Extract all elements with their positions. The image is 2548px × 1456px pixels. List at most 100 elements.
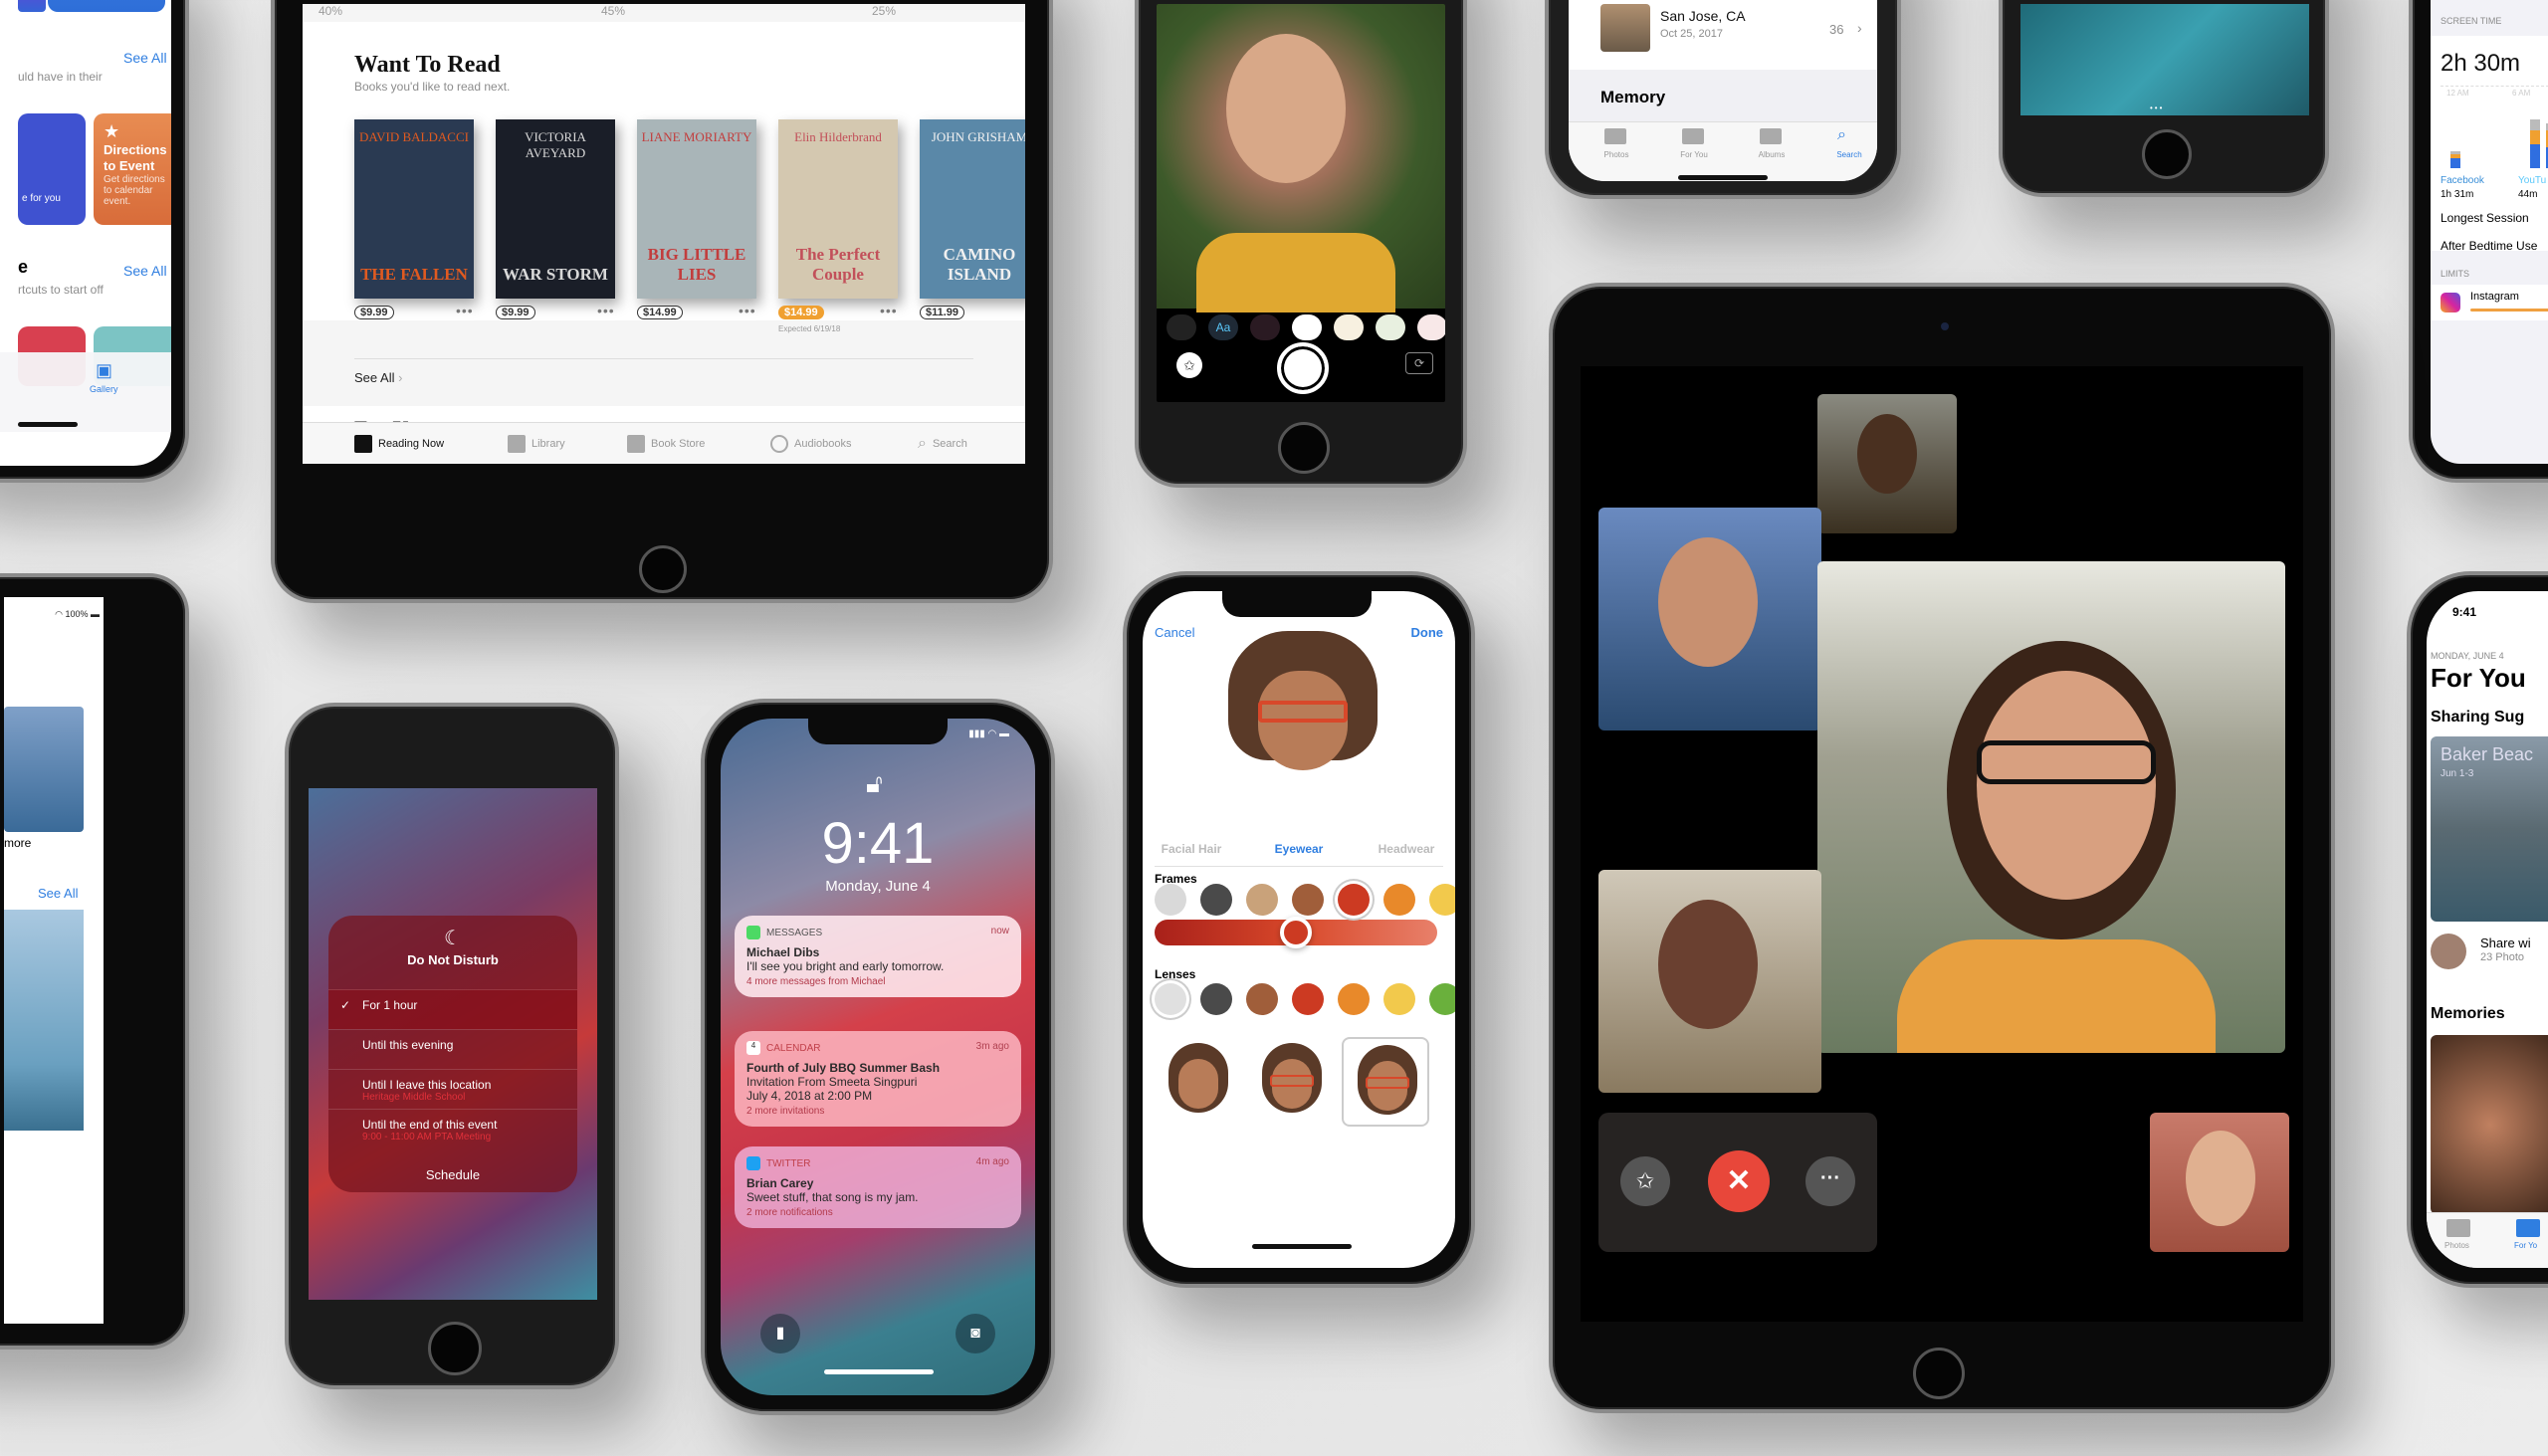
- frame-color-swatch[interactable]: [1246, 884, 1278, 916]
- effect-cat[interactable]: [1376, 314, 1405, 340]
- notification-more[interactable]: 2 more notifications: [746, 1207, 1009, 1218]
- tab-library[interactable]: Library: [508, 434, 565, 453]
- end-call-button[interactable]: ✕: [1708, 1150, 1770, 1212]
- effect-filters[interactable]: [1167, 314, 1196, 340]
- frame-color-swatch[interactable]: [1383, 884, 1415, 916]
- effect-monster[interactable]: [1417, 314, 1445, 340]
- dnd-option[interactable]: Until the end of this event 9:00 - 11:00 …: [328, 1109, 577, 1148]
- more-icon[interactable]: •••: [456, 303, 474, 318]
- more-button[interactable]: ···: [1805, 1156, 1855, 1206]
- tab-gallery[interactable]: Gallery: [90, 384, 118, 394]
- notification-twitter[interactable]: TWITTER 4m ago Brian Carey Sweet stuff, tha…: [735, 1146, 1021, 1228]
- album-card[interactable]: Baker Beac Jun 1-3: [2431, 736, 2548, 922]
- see-all-link[interactable]: See All: [38, 886, 78, 901]
- effect-Aa[interactable]: Aa: [1208, 314, 1238, 340]
- lens-color-swatch[interactable]: [1246, 983, 1278, 1015]
- tab-search[interactable]: ⌕ Search: [918, 435, 967, 453]
- frame-color-swatch[interactable]: [1338, 884, 1370, 916]
- tab-photos[interactable]: Photos: [2444, 1241, 2469, 1250]
- tab-audiobooks[interactable]: Audiobooks: [770, 434, 852, 453]
- price-button[interactable]: $14.99: [778, 306, 824, 319]
- place-name[interactable]: San Jose, CA: [1660, 8, 1746, 24]
- price-button[interactable]: $9.99: [496, 306, 535, 319]
- home-button[interactable]: [428, 1322, 482, 1375]
- cancel-button[interactable]: Cancel: [1155, 625, 1194, 640]
- flashlight-button[interactable]: ▮: [760, 1314, 800, 1353]
- notification-more[interactable]: 4 more messages from Michael: [746, 976, 1009, 987]
- tab-for-you[interactable]: For You: [1676, 150, 1712, 159]
- see-all-link[interactable]: See All: [123, 263, 167, 279]
- frame-color-swatch[interactable]: [1200, 884, 1232, 916]
- eyewear-style-option[interactable]: [1342, 1037, 1429, 1127]
- limit-row[interactable]: Instagram: [2431, 285, 2548, 320]
- switch-camera-icon[interactable]: ⟳: [1405, 352, 1433, 374]
- tab-albums[interactable]: Albums: [1754, 150, 1790, 159]
- see-all-link[interactable]: See All ›: [354, 370, 402, 385]
- home-button[interactable]: [1913, 1348, 1965, 1399]
- more-icon[interactable]: •••: [597, 303, 615, 318]
- shortcut-tile[interactable]: [18, 0, 46, 12]
- home-button[interactable]: [2142, 129, 2192, 179]
- tab-photos[interactable]: Photos: [1598, 150, 1634, 159]
- done-button[interactable]: Done: [1411, 625, 1444, 640]
- category-tab-eyewear[interactable]: Eyewear: [1244, 842, 1354, 856]
- dnd-option[interactable]: Until this evening: [328, 1029, 577, 1069]
- effect-scribble[interactable]: [1250, 314, 1280, 340]
- effects-star-button[interactable]: ✩: [1176, 352, 1202, 378]
- effects-button[interactable]: ✩: [1620, 1156, 1670, 1206]
- frame-color-swatch[interactable]: [1429, 884, 1455, 916]
- tab-book-store[interactable]: Book Store: [627, 434, 705, 453]
- lens-color-swatch[interactable]: [1155, 983, 1186, 1015]
- photo-thumbnail[interactable]: [4, 910, 84, 1131]
- see-all-link[interactable]: See All: [123, 50, 167, 66]
- eyewear-style-option[interactable]: [1248, 1037, 1336, 1127]
- category-tab-headwear[interactable]: Headwear: [1352, 842, 1455, 856]
- tab-search[interactable]: Search: [1831, 150, 1867, 159]
- lens-color-swatch[interactable]: [1338, 983, 1370, 1015]
- lens-color-swatch[interactable]: [1429, 983, 1455, 1015]
- home-button[interactable]: [1278, 422, 1330, 474]
- memory-card[interactable]: [2431, 1035, 2548, 1214]
- price-button[interactable]: $11.99: [920, 306, 965, 319]
- participant-tile[interactable]: [1817, 394, 1957, 533]
- dnd-option[interactable]: ✓ For 1 hour: [328, 989, 577, 1029]
- camera-button[interactable]: ◙: [956, 1314, 995, 1353]
- participant-tile[interactable]: [1598, 870, 1821, 1093]
- effect-llama[interactable]: [1292, 314, 1322, 340]
- share-with-label[interactable]: Share wi: [2480, 936, 2531, 950]
- row-longest-session[interactable]: Longest Session: [2441, 211, 2529, 225]
- tab-for-you[interactable]: For Yo: [2514, 1241, 2537, 1250]
- self-view-tile[interactable]: [2150, 1113, 2289, 1252]
- frame-color-swatch[interactable]: [1155, 884, 1186, 916]
- book-cover[interactable]: JOHN GRISHAM CAMINO ISLAND: [920, 119, 1025, 299]
- price-button[interactable]: $14.99: [637, 306, 683, 319]
- dnd-option[interactable]: Until I leave this location Heritage Midd…: [328, 1069, 577, 1109]
- effect-burger[interactable]: [1334, 314, 1364, 340]
- schedule-button[interactable]: Schedule: [328, 1167, 577, 1182]
- shutter-button[interactable]: [1277, 342, 1329, 394]
- category-tab-facial-hair[interactable]: Facial Hair: [1143, 842, 1246, 856]
- lens-color-swatch[interactable]: [1292, 983, 1324, 1015]
- tab-reading-now[interactable]: Reading Now: [354, 434, 444, 453]
- book-cover[interactable]: LIANE MORIARTY BIG LITTLE LIES: [637, 119, 756, 299]
- lens-color-swatch[interactable]: [1200, 983, 1232, 1015]
- directions-card[interactable]: ★ Directions to Event Get directions to …: [94, 113, 171, 225]
- notification-calendar[interactable]: 4 CALENDAR 3m ago Fourth of July BBQ Summer…: [735, 1031, 1021, 1127]
- book-cover[interactable]: DAVID BALDACCI THE FALLEN: [354, 119, 474, 299]
- widget-shortcuts-card[interactable]: widget shortcuts: [48, 0, 165, 12]
- slider-knob[interactable]: [1280, 917, 1312, 948]
- more-icon[interactable]: •••: [739, 303, 756, 318]
- shortcut-card-left[interactable]: e for you: [18, 113, 86, 225]
- active-speaker-tile[interactable]: [1817, 561, 2285, 1053]
- book-cover[interactable]: VICTORIA AVEYARD WAR STORM: [496, 119, 615, 299]
- price-button[interactable]: $9.99: [354, 306, 394, 319]
- notification-more[interactable]: 2 more invitations: [746, 1106, 1009, 1117]
- lens-color-swatch[interactable]: [1383, 983, 1415, 1015]
- participant-tile[interactable]: [1598, 508, 1821, 730]
- frame-color-swatch[interactable]: [1292, 884, 1324, 916]
- photo-thumbnail[interactable]: [4, 707, 84, 832]
- notification-messages[interactable]: MESSAGES now Michael Dibs I'll see you brig…: [735, 916, 1021, 997]
- frame-shade-slider[interactable]: [1155, 917, 1437, 948]
- eyewear-style-option[interactable]: [1155, 1037, 1242, 1127]
- book-cover[interactable]: Elin Hilderbrand The Perfect Couple: [778, 119, 898, 299]
